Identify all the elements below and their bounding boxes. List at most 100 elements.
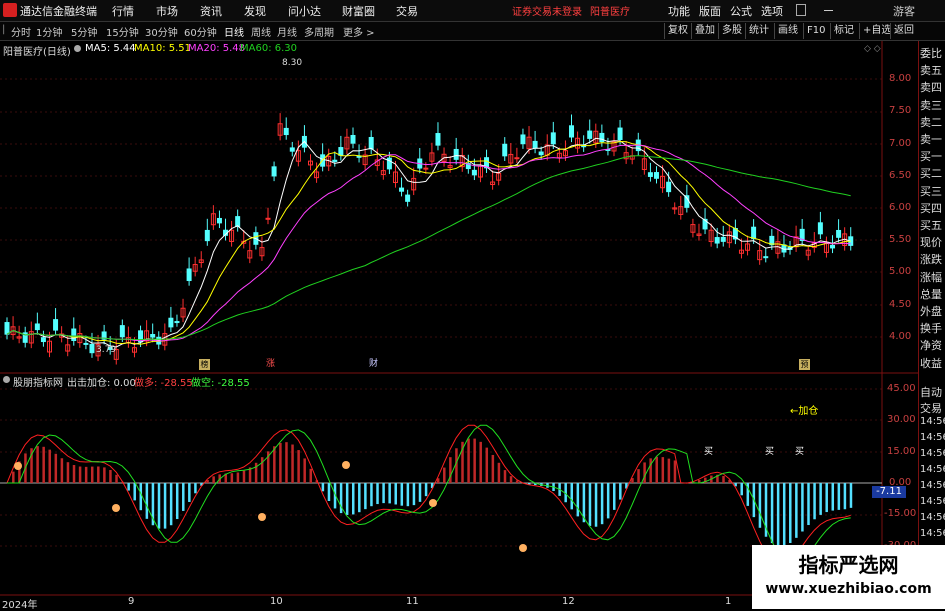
side-panel-item[interactable]: 卖三 [920,97,942,113]
histogram-bar [413,483,416,505]
toolbar-multi-stock[interactable]: 多股 [718,23,745,39]
toolbar-draw[interactable]: 画线 [774,23,801,39]
side-panel-item[interactable]: 换手 [920,320,942,336]
histogram-bar [48,450,51,483]
period-tab-multi[interactable]: 多周期 [304,24,334,39]
indicator-params: 出击加仓: 0.00 [67,374,136,389]
menu-discover[interactable]: 发现 [244,3,266,19]
marker-rise[interactable]: 涨 [265,359,276,370]
period-tab-15min[interactable]: 15分钟 [106,24,139,39]
side-panel-item[interactable]: 卖一 [920,131,942,147]
toolbar-handle-icon[interactable]: | [2,24,5,35]
candle-body [236,217,240,227]
price-tick: 5.50 [889,234,911,245]
histogram-bar [182,483,185,511]
period-tab-daily[interactable]: 日线 [224,24,244,39]
menu-trade[interactable]: 交易 [396,3,418,19]
price-tick: 6.50 [889,170,911,181]
side-panel-item[interactable]: 涨跌 [920,251,942,267]
lock-icon[interactable] [796,4,806,16]
menu-market[interactable]: 市场 [156,3,178,19]
side-panel-item[interactable]: 委比 [920,45,942,61]
candle-body [333,160,337,161]
indicator-options-icon[interactable] [3,376,10,383]
side-panel-item[interactable]: 买五 [920,217,942,233]
histogram-bar [844,483,847,509]
side-panel-item[interactable]: 净资 [920,337,942,353]
chart-canvas[interactable]: 买买买 [0,41,918,609]
histogram-bar [42,447,45,483]
side-panel-item[interactable]: 买一 [920,148,942,164]
period-tab-60min[interactable]: 60分钟 [184,24,217,39]
histogram-bar [346,483,349,515]
marker-forecast[interactable]: 预 [799,359,810,370]
histogram-bar [146,483,149,519]
marker-list[interactable]: 榜 [199,359,210,370]
indicator-histogram [12,439,852,547]
candle-body [54,320,58,330]
period-tab-5min[interactable]: 5分钟 [71,24,97,39]
app-title: 通达信金融终端 [20,3,97,19]
side-panel-item[interactable]: 总量 [920,286,942,302]
period-tab-1min[interactable]: 1分钟 [36,24,62,39]
period-tab-monthly[interactable]: 月线 [277,24,297,39]
histogram-bar [589,483,592,526]
menu-function[interactable]: 功能 [668,3,690,19]
side-panel-item[interactable]: 现价 [920,234,942,250]
toolbar-restore-rights[interactable]: 复权 [664,23,691,39]
tick-time: 14:56 [920,480,945,491]
candle-body [120,326,124,337]
histogram-bar [79,467,82,483]
menu-ask[interactable]: 问小达 [288,3,321,19]
side-panel-item[interactable]: 买三 [920,183,942,199]
side-panel-item[interactable]: 卖二 [920,114,942,130]
title-bar: 通达信金融终端 行情 市场 资讯 发现 问小达 财富圈 交易 证券交易未登录 阳… [0,0,945,22]
candle-body [339,148,343,156]
max-price-label: 8.30 [282,58,302,68]
period-tab-weekly[interactable]: 周线 [251,24,271,39]
menu-layout[interactable]: 版面 [699,3,721,19]
menu-wealth[interactable]: 财富圈 [342,3,375,19]
period-tab-timeshare[interactable]: 分时 [11,24,31,39]
side-panel-item[interactable]: 卖五 [920,62,942,78]
candle-body [169,318,173,327]
toolbar-back[interactable]: 返回 [890,23,917,39]
menu-news[interactable]: 资讯 [200,3,222,19]
histogram-bar [419,483,422,502]
histogram-bar [91,467,94,483]
side-panel-item[interactable]: 卖四 [920,79,942,95]
histogram-bar [595,483,598,527]
toolbar-f10[interactable]: F10 [803,23,828,39]
menu-options[interactable]: 选项 [761,3,783,19]
ma-line [7,142,851,345]
side-panel-item[interactable]: 涨幅 [920,269,942,285]
histogram-bar [103,467,106,483]
menu-quotes[interactable]: 行情 [112,3,134,19]
toolbar-mark[interactable]: 标记 [830,23,857,39]
side-panel-item[interactable]: 买四 [920,200,942,216]
auto-trade-label[interactable]: 自动 [920,384,942,400]
histogram-bar [176,483,179,519]
toolbar-overlay[interactable]: 叠加 [691,23,718,39]
side-panel-item[interactable]: 收益 [920,355,942,371]
histogram-bar [510,476,513,483]
menu-formula[interactable]: 公式 [730,3,752,19]
tick-time: 14:56 [920,528,945,539]
side-panel-item[interactable]: 买二 [920,165,942,181]
toolbar-stats[interactable]: 统计 [745,23,772,39]
candle-body [654,173,658,179]
login-notice[interactable]: 证券交易未登录 [512,3,582,18]
histogram-bar [637,469,640,483]
side-panel-item[interactable]: 外盘 [920,303,942,319]
period-tab-more[interactable]: 更多 > [343,24,375,39]
marker-finance[interactable]: 财 [368,359,379,370]
x-axis-label: 9 [128,596,134,607]
indicator-title[interactable]: 股朋指标网 [13,374,63,389]
candle-body [539,152,543,155]
period-tab-30min[interactable]: 30分钟 [145,24,178,39]
minimize-icon[interactable] [824,10,833,11]
guest-label[interactable]: 游客 [893,3,915,19]
auto-trade-label[interactable]: 交易 [920,400,942,416]
histogram-bar [674,460,677,483]
histogram-bar [279,443,282,483]
